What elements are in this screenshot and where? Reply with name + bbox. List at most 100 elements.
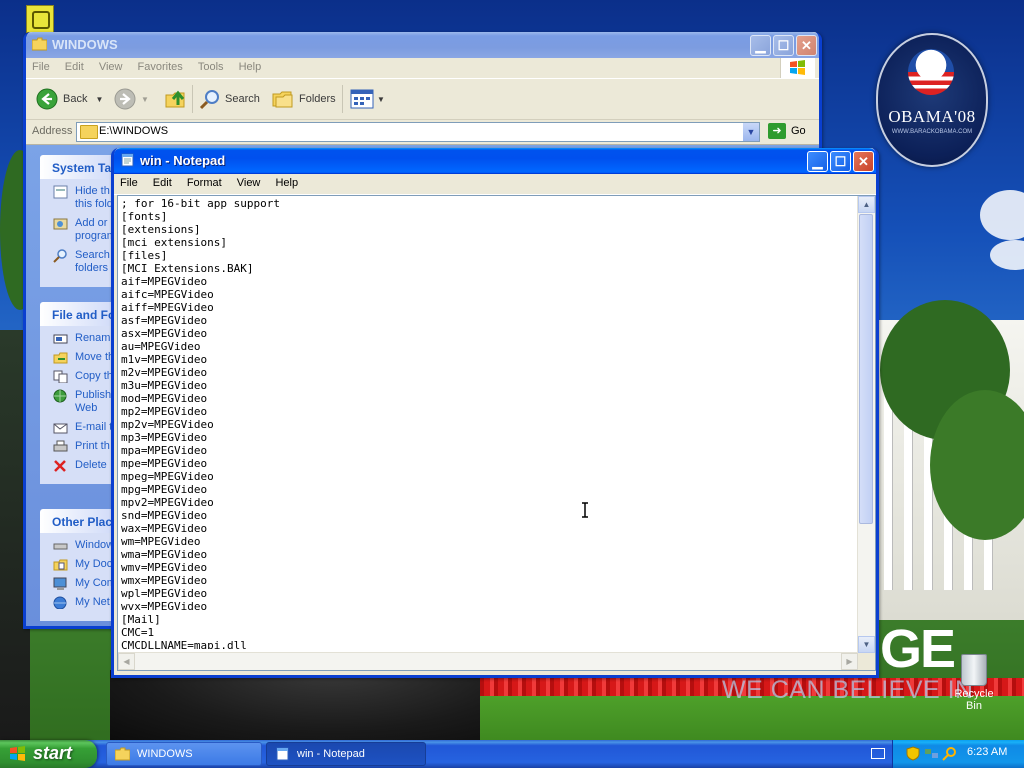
text-line: [Mail] (121, 613, 161, 626)
clock[interactable]: 6:23 AM (967, 746, 1007, 758)
toolbar-divider (192, 85, 193, 113)
notepad-editor[interactable]: ; for 16-bit app support [fonts] [extensio… (117, 195, 876, 671)
address-label: Address (32, 125, 73, 137)
scroll-down-button[interactable]: ▼ (858, 636, 875, 653)
text-line: mp2v=MPEGVideo (121, 418, 214, 431)
text-line: asx=MPEGVideo (121, 327, 208, 340)
menu-file[interactable]: File (26, 58, 56, 73)
text-line: mpe=MPEGVideo (121, 457, 208, 470)
maximize-button[interactable]: ☐ (773, 35, 794, 56)
menu-format[interactable]: Format (181, 174, 228, 189)
notepad-title: win - Notepad (140, 153, 226, 168)
desktop-shortcut-icon[interactable] (26, 5, 54, 33)
scroll-thumb[interactable] (859, 214, 873, 524)
explorer-title: WINDOWS (52, 37, 118, 52)
start-button[interactable]: start (0, 740, 97, 768)
text-line: wmx=MPEGVideo (121, 574, 208, 587)
keyboard-icon[interactable] (871, 748, 885, 759)
address-dropdown-button[interactable]: ▼ (743, 123, 759, 141)
address-value: E:\WINDOWS (99, 125, 169, 137)
menu-edit[interactable]: Edit (59, 58, 90, 73)
close-button[interactable]: ✕ (796, 35, 817, 56)
views-dropdown-icon[interactable]: ▼ (377, 95, 385, 104)
notepad-titlebar[interactable]: win - Notepad ▁ ☐ ✕ (114, 148, 876, 174)
up-folder-button[interactable] (164, 87, 188, 111)
resize-grip[interactable] (858, 653, 875, 670)
notepad-window[interactable]: win - Notepad ▁ ☐ ✕ File Edit Format Vie… (111, 148, 879, 678)
address-input[interactable]: E:\WINDOWS ▼ (76, 122, 760, 142)
menu-view[interactable]: View (231, 174, 267, 189)
minimize-button[interactable]: ▁ (750, 35, 771, 56)
start-label: start (33, 743, 73, 763)
folders-button[interactable]: Folders (272, 87, 336, 111)
search-icon (53, 249, 67, 263)
search-icon[interactable] (942, 746, 957, 761)
taskbar-item-label: win - Notepad (297, 748, 365, 760)
taskbar-item-notepad[interactable]: win - Notepad (266, 742, 426, 766)
text-line: aiff=MPEGVideo (121, 301, 214, 314)
text-line: [extensions] (121, 223, 201, 236)
views-button[interactable]: ▼ (350, 87, 385, 111)
notepad-text-content[interactable]: ; for 16-bit app support [fonts] [extensio… (121, 197, 856, 649)
menu-tools[interactable]: Tools (192, 58, 230, 73)
network-globe-icon (53, 596, 67, 609)
folders-icon (272, 91, 293, 108)
campaign-emblem-icon (908, 49, 954, 95)
taskbar-item-windows[interactable]: WINDOWS (106, 742, 262, 766)
up-folder-icon (165, 90, 185, 108)
search-icon (199, 90, 219, 110)
text-line: CMC=1 (121, 626, 155, 639)
text-line: au=MPEGVideo (121, 340, 201, 353)
explorer-titlebar[interactable]: WINDOWS ▁ ☐ ✕ (26, 32, 819, 58)
scroll-up-button[interactable]: ▲ (858, 196, 875, 213)
menu-view[interactable]: View (93, 58, 129, 73)
close-button[interactable]: ✕ (853, 151, 874, 172)
windows-flag-icon (10, 746, 25, 761)
menu-edit[interactable]: Edit (147, 174, 178, 189)
security-shield-icon[interactable] (906, 746, 921, 761)
text-line: ; for 16-bit app support (121, 197, 280, 210)
text-line: wvx=MPEGVideo (121, 600, 208, 613)
network-icon[interactable] (924, 746, 939, 761)
text-line: snd=MPEGVideo (121, 509, 208, 522)
menu-favorites[interactable]: Favorites (132, 58, 189, 73)
menu-help[interactable]: Help (233, 58, 268, 73)
recycle-bin[interactable]: Recycle Bin (948, 654, 1000, 712)
search-button[interactable]: Search (199, 87, 260, 111)
vertical-scrollbar[interactable]: ▲ ▼ (857, 196, 875, 653)
menu-help[interactable]: Help (269, 174, 304, 189)
recycle-bin-icon (961, 654, 987, 686)
slogan-big: GE (880, 619, 956, 679)
logo-subtext: WWW.BARACKOBAMA.COM (891, 129, 973, 135)
cloud (980, 190, 1024, 240)
forward-button[interactable]: ▼ (114, 87, 149, 111)
text-line: aif=MPEGVideo (121, 275, 208, 288)
scroll-left-button[interactable]: ◀ (118, 653, 135, 670)
move-icon (53, 352, 68, 364)
text-line: mpv2=MPEGVideo (121, 496, 214, 509)
recycle-bin-label: Recycle Bin (954, 688, 994, 712)
notepad-menubar: File Edit Format View Help (114, 174, 876, 195)
go-button[interactable]: ➜ Go (768, 123, 806, 139)
text-line: m3u=MPEGVideo (121, 379, 208, 392)
menu-file[interactable]: File (114, 174, 144, 189)
minimize-button[interactable]: ▁ (807, 151, 828, 172)
go-label: Go (791, 125, 806, 137)
windows-logo-icon (780, 58, 815, 78)
delete-x-icon (54, 460, 66, 472)
address-bar: Address E:\WINDOWS ▼ ➜ Go (26, 120, 819, 145)
folders-label: Folders (299, 93, 336, 105)
views-icon (350, 89, 374, 109)
email-icon (53, 423, 68, 434)
text-line: m2v=MPEGVideo (121, 366, 208, 379)
text-line: wmv=MPEGVideo (121, 561, 208, 574)
maximize-button[interactable]: ☐ (830, 151, 851, 172)
horizontal-scrollbar[interactable]: ◀ ▶ (118, 652, 858, 670)
globe-icon (53, 389, 67, 403)
back-dropdown-icon[interactable]: ▼ (95, 95, 103, 104)
notepad-icon (121, 153, 134, 167)
go-arrow-icon: ➜ (768, 123, 786, 139)
text-line: wpl=MPEGVideo (121, 587, 208, 600)
back-button[interactable]: Back ▼ (36, 87, 103, 111)
scroll-right-button[interactable]: ▶ (841, 653, 858, 670)
